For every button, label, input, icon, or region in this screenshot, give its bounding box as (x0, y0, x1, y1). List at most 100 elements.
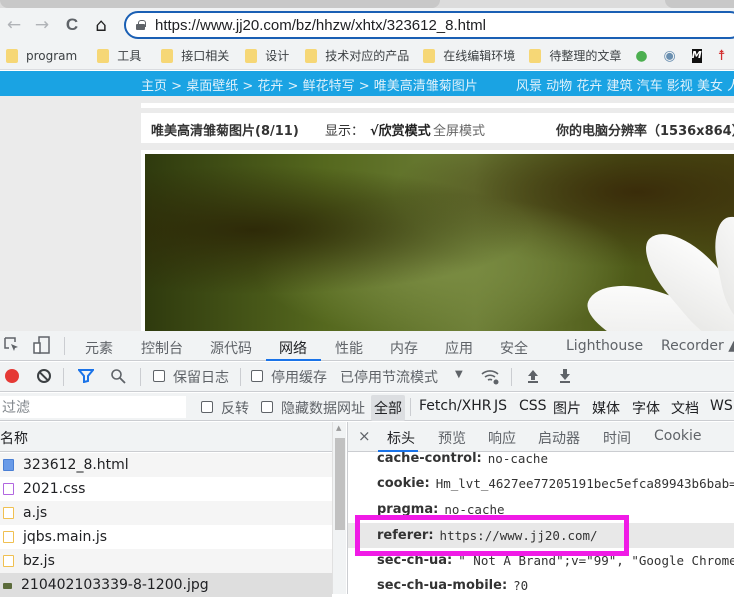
tab-network[interactable]: 网络 (279, 338, 307, 358)
category-link[interactable]: 动物 (546, 79, 572, 94)
filter-type-font[interactable]: 字体 (632, 398, 660, 418)
tab-application[interactable]: 应用 (445, 338, 473, 358)
header-value[interactable]: https://www.jj20.com/ (440, 528, 598, 543)
filter-type-doc[interactable]: 文档 (671, 398, 699, 418)
tab-elements[interactable]: 元素 (85, 338, 113, 358)
filter-type-media[interactable]: 媒体 (592, 398, 620, 418)
scrollbar-thumb[interactable] (335, 438, 345, 530)
breadcrumb-current[interactable]: 唯美高清雏菊图片 (374, 79, 478, 94)
bookmark-folder[interactable]: 在线编辑环境 (423, 47, 515, 64)
header-value[interactable]: no-cache (488, 451, 548, 466)
filter-input[interactable] (0, 396, 186, 418)
appreciate-mode-link[interactable]: √欣赏模式 (370, 120, 431, 139)
inspect-element-icon[interactable] (4, 337, 20, 353)
request-row-selected[interactable]: 210402103339-8-1200.jpg (0, 573, 332, 597)
tab-lighthouse[interactable]: Lighthouse (566, 338, 643, 354)
header-value[interactable]: " Not A Brand";v="99", "Google Chrome"; (458, 553, 734, 568)
breadcrumb-home[interactable]: 主页 (141, 79, 167, 94)
tab-cookies[interactable]: Cookie (654, 428, 702, 444)
request-row[interactable]: jqbs.main.js (0, 525, 332, 549)
breadcrumb-wallpaper[interactable]: 桌面壁纸 (186, 79, 238, 94)
throttle-dropdown-icon[interactable]: ▼ (455, 369, 463, 380)
header-value[interactable]: no-cache (444, 502, 504, 517)
hide-data-urls-checkbox[interactable] (261, 401, 273, 413)
filter-type-js[interactable]: JS (494, 398, 507, 414)
bookmark-folder[interactable]: 设计 (245, 47, 289, 64)
clear-icon[interactable] (37, 369, 51, 383)
category-link[interactable]: 花卉 (576, 79, 602, 94)
request-row[interactable]: a.js (0, 501, 332, 525)
tab-sources[interactable]: 源代码 (210, 338, 252, 358)
forward-icon[interactable]: → (31, 14, 53, 36)
category-link[interactable]: 美女 (697, 79, 723, 94)
filter-type-fetch-xhr[interactable]: Fetch/XHR (419, 398, 492, 414)
category-link[interactable]: 风景 (516, 79, 542, 94)
tab-timing[interactable]: 时间 (603, 428, 631, 448)
category-link[interactable]: 汽车 (637, 79, 663, 94)
category-link[interactable]: 建筑 (606, 79, 632, 94)
disable-cache-checkbox[interactable] (251, 370, 263, 382)
browser-tab-inactive[interactable] (0, 0, 440, 8)
bookmark-folder[interactable]: 待整理的文章 (529, 47, 621, 64)
tab-memory[interactable]: 内存 (390, 338, 418, 358)
category-link[interactable]: 人 (727, 79, 734, 94)
green-blob-icon[interactable]: ● (635, 48, 647, 64)
breadcrumb-flowers[interactable]: 花卉 (257, 79, 283, 94)
request-row[interactable]: bz.js (0, 549, 332, 573)
bookmark-folder[interactable]: 技术对应的产品 (305, 47, 409, 64)
filter-type-ws[interactable]: WS (710, 398, 733, 414)
m-logo-icon[interactable]: M (691, 48, 702, 63)
network-conditions-icon[interactable] (481, 368, 501, 390)
reload-icon[interactable]: C (61, 14, 83, 36)
tab-response[interactable]: 响应 (488, 428, 516, 448)
fullscreen-mode-link[interactable]: 全屏模式 (433, 120, 485, 139)
category-link[interactable]: 影视 (667, 79, 693, 94)
preserve-log-checkbox[interactable] (153, 370, 165, 382)
url-input[interactable] (155, 16, 715, 34)
filter-icon[interactable] (76, 369, 96, 387)
header-row: cache-control: no-cache (348, 446, 734, 471)
tab-initiator[interactable]: 启动器 (538, 428, 580, 448)
close-icon[interactable]: × (358, 427, 371, 445)
bookmark-folder[interactable]: program (6, 48, 77, 63)
breadcrumb-closeup[interactable]: 鲜花特写 (303, 79, 355, 94)
request-row[interactable]: 2021.css (0, 477, 332, 501)
record-icon[interactable] (5, 369, 19, 383)
bookmark-folder[interactable]: 工具 (97, 47, 141, 64)
request-name: 323612_8.html (23, 457, 129, 473)
address-bar[interactable] (124, 11, 734, 39)
request-row[interactable]: 323612_8.html (0, 453, 332, 477)
avatar-icon[interactable]: ◉ (664, 48, 676, 64)
home-icon[interactable]: ⌂ (90, 14, 112, 36)
browser-tab-inactive[interactable] (665, 0, 734, 8)
import-har-icon[interactable] (526, 368, 540, 388)
disable-cache-label: 停用缓存 (271, 370, 327, 386)
tab-preview[interactable]: 预览 (438, 428, 466, 448)
filter-type-img[interactable]: 图片 (553, 398, 581, 418)
lock-icon[interactable] (136, 20, 146, 30)
header-row: sec-ch-ua-mobile: ?0 (348, 573, 734, 598)
export-har-icon[interactable] (558, 368, 572, 388)
bookmark-label: 技术对应的产品 (325, 49, 410, 63)
search-icon[interactable] (110, 368, 126, 388)
invert-checkbox[interactable] (201, 401, 213, 413)
scroll-up-icon[interactable]: ▲ (336, 424, 341, 432)
bookmark-folder[interactable]: 接口相关 (161, 47, 229, 64)
signal-tower-icon[interactable]: ☨ (718, 48, 726, 64)
throttle-select[interactable]: 已停用节流模式 (340, 367, 438, 387)
tab-recorder[interactable]: Recorder ▲ (661, 338, 734, 354)
filter-type-all[interactable]: 全部 (371, 395, 405, 421)
tab-security[interactable]: 安全 (500, 338, 528, 358)
filter-type-css[interactable]: CSS (519, 398, 547, 414)
header-value[interactable]: Hm_lvt_4627ee77205191bec5efca89943b6bab= (436, 476, 734, 491)
column-header-name[interactable]: 名称 (0, 422, 332, 452)
device-toolbar-icon[interactable] (33, 336, 51, 354)
request-list-scrollbar[interactable]: ▲ (332, 422, 346, 594)
tab-console[interactable]: 控制台 (141, 338, 183, 358)
tab-headers[interactable]: 标头 (387, 428, 415, 448)
tab-performance[interactable]: 性能 (335, 338, 363, 358)
header-key: pragma: (377, 502, 439, 517)
daisy-photo[interactable] (145, 154, 734, 331)
back-icon[interactable]: ← (3, 14, 25, 36)
header-value[interactable]: ?0 (513, 578, 528, 593)
